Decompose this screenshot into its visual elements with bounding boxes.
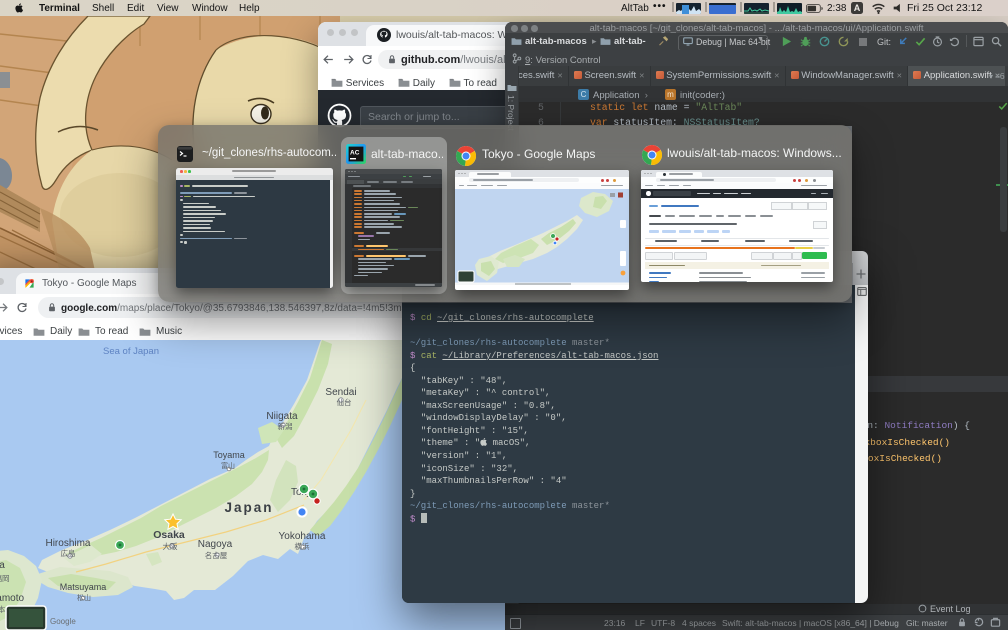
svg-text:Hiroshima: Hiroshima [45, 538, 90, 549]
svg-text:Osaka: Osaka [153, 529, 185, 541]
svg-text:Nagoya: Nagoya [198, 539, 233, 550]
svg-text:松山: 松山 [77, 593, 91, 602]
svg-text:Matsuyama: Matsuyama [60, 582, 107, 592]
svg-text:横浜: 横浜 [295, 541, 310, 551]
svg-text:熊本: 熊本 [0, 604, 6, 614]
svg-text:名古屋: 名古屋 [205, 550, 228, 560]
svg-text:AC: AC [350, 150, 360, 157]
svg-text:仙台: 仙台 [337, 397, 352, 407]
svg-text:Niigata: Niigata [266, 411, 298, 422]
svg-text:mamoto: mamoto [0, 593, 24, 604]
svg-text:広島: 広島 [61, 548, 76, 558]
svg-text:Japan: Japan [224, 500, 273, 515]
svg-text:福岡: 福岡 [0, 574, 10, 583]
svg-text:富山: 富山 [221, 461, 235, 470]
svg-text:新潟: 新潟 [278, 421, 293, 431]
svg-text:Yokohama: Yokohama [279, 531, 326, 542]
svg-text:大阪: 大阪 [163, 541, 178, 551]
svg-text:uoka: uoka [0, 560, 5, 571]
svg-text:Sendai: Sendai [325, 387, 356, 398]
svg-text:Google: Google [50, 617, 76, 626]
svg-text:Sea of Japan: Sea of Japan [103, 346, 159, 357]
svg-text:Toyama: Toyama [213, 450, 245, 460]
